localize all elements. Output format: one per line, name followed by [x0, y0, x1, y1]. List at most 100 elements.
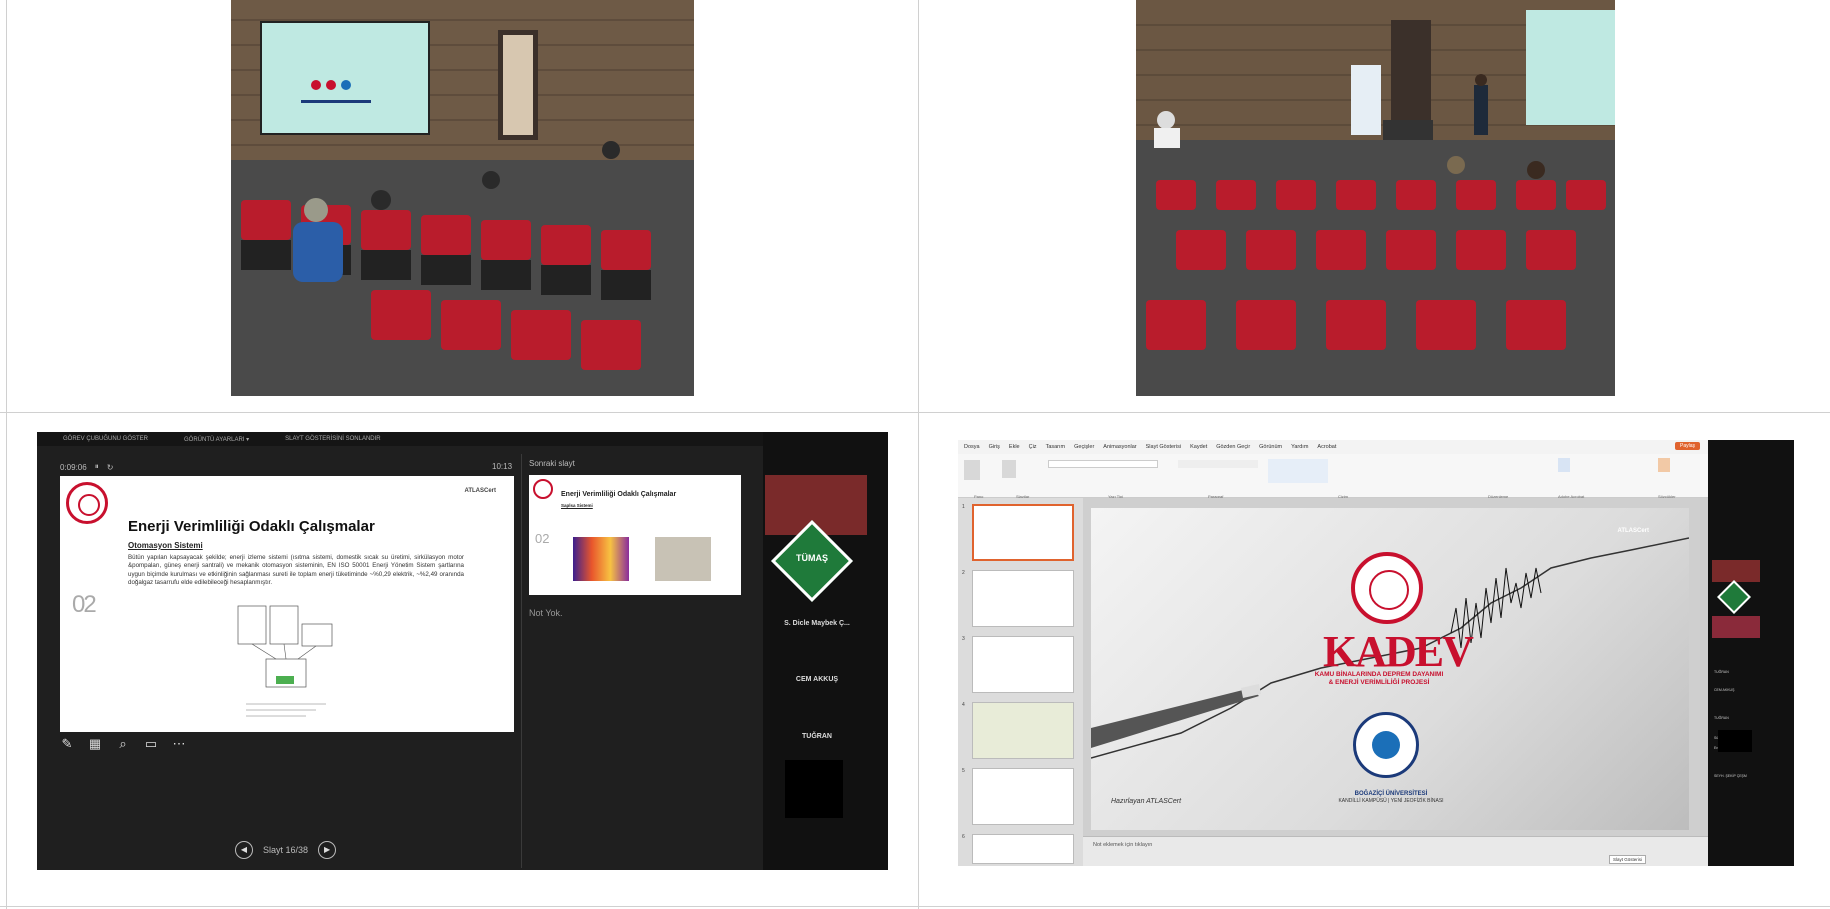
campus-name: KANDİLLİ KAMPÜSÜ | YENİ JEOFİZİK BİNASI — [1338, 798, 1444, 805]
shapes-gallery[interactable] — [1268, 459, 1328, 483]
see-all-slides-icon[interactable]: ▦ — [87, 736, 103, 752]
grid-divider-vertical — [918, 0, 919, 909]
slide-thumbnail[interactable] — [972, 636, 1074, 693]
next-slide-number: 02 — [535, 531, 550, 546]
slide-thumbnail[interactable] — [972, 570, 1074, 627]
kadev-subtitle: KAMU BİNALARINDA DEPREM DAYANIMI & ENERJ… — [1314, 671, 1444, 687]
slide-counter: Slayt 16/38 — [263, 845, 309, 855]
thermal-image — [573, 537, 629, 581]
show-taskbar-button[interactable]: GÖREV ÇUBUĞUNU GÖSTER — [63, 436, 148, 442]
meeting-participants-panel: TÜMAŞ S. Dicle Maybek Ç... CEM AKKUŞ TUĞ… — [763, 432, 888, 870]
slide-canvas: ATLASCert KADEV KAMU BİNALARINDA DEPREM … — [1083, 498, 1708, 836]
slide-thumbnail[interactable] — [972, 702, 1074, 759]
thumb-number: 1 — [962, 504, 965, 510]
grid-divider-horizontal — [0, 412, 1830, 413]
timer-row: 0:09:06 ⏸ ↻ — [60, 462, 113, 472]
next-slide-preview[interactable]: Enerji Verimliliği Odaklı Çalışmalar Sap… — [529, 475, 741, 595]
thumb-number: 3 — [962, 636, 965, 642]
elapsed-timer: 0:09:06 — [60, 462, 87, 472]
atlascert-logo: ATLASCert — [464, 488, 496, 494]
next-slide-icon[interactable]: ▶ — [318, 841, 337, 859]
tumas-logo — [1717, 580, 1751, 614]
tab-record[interactable]: Kaydet — [1190, 444, 1207, 450]
zoom-icon[interactable]: ⌕ — [115, 736, 131, 752]
automation-diagram — [237, 605, 333, 717]
notes-placeholder: Not eklemek için tıklayın — [1093, 842, 1153, 848]
ribbon-tabs: Dosya Giriş Ekle Çiz Tasarım Geçişler An… — [958, 440, 1708, 454]
clock-row: 10:13 — [492, 462, 512, 471]
clock: 10:13 — [492, 462, 513, 471]
meeting-participants-strip: TUĞRAN CEM AKKUŞ TUĞRAN Süleyman YIRTA E… — [1708, 440, 1794, 866]
presenter-pane-divider — [521, 454, 522, 868]
slide-navigation: ◀ Slayt 16/38 ▶ — [235, 841, 337, 859]
thumb-number: 4 — [962, 702, 965, 708]
tab-design[interactable]: Tasarım — [1046, 444, 1066, 450]
sponsor-line: Hazırlayan ATLASCert — [1111, 798, 1182, 805]
participant-video-off — [1718, 730, 1752, 752]
next-slide-label: Sonraki slayt — [529, 459, 575, 468]
tab-animations[interactable]: Animasyonlar — [1103, 444, 1136, 450]
black-screen-icon[interactable]: ▭ — [143, 736, 159, 752]
kadev-title: KADEV — [1323, 627, 1474, 676]
more-options-icon[interactable]: ⋯ — [171, 736, 187, 752]
participant-tile[interactable]: CEM AKKUŞ — [773, 676, 861, 683]
pause-icon[interactable]: ⏸ — [95, 462, 99, 472]
tab-acrobat[interactable]: Acrobat — [1317, 444, 1336, 450]
bogazici-seal-icon — [1353, 712, 1419, 778]
participant-name: SEYH. ŞEKİP ÇEŞM — [1714, 774, 1747, 778]
tab-view[interactable]: Görünüm — [1259, 444, 1282, 450]
tumas-logo-text: TÜMAŞ — [796, 553, 828, 563]
presenter-view: GÖREV ÇUBUĞUNU GÖSTER GÖRÜNTÜ AYARLARI ▾… — [37, 432, 888, 870]
slideshow-button[interactable]: Slayt Gösterisi — [1608, 855, 1646, 864]
next-slide-title: Enerji Verimliliği Odaklı Çalışmalar — [561, 491, 677, 498]
thumb-number: 2 — [962, 570, 965, 576]
acrobat-pdf-icon[interactable] — [1558, 458, 1570, 472]
next-slide-subtitle: Saplsa Sistemi — [561, 503, 593, 508]
tab-help[interactable]: Yardım — [1291, 444, 1308, 450]
slide-thumbnail[interactable] — [972, 834, 1074, 864]
slide-thumbnail[interactable] — [972, 504, 1074, 561]
new-slide-icon[interactable] — [1002, 460, 1016, 478]
slide-thumbnail[interactable] — [972, 768, 1074, 825]
participant-video-room — [1712, 560, 1760, 582]
powerpoint-editor: Dosya Giriş Ekle Çiz Tasarım Geçişler An… — [958, 440, 1794, 866]
thumb-number: 5 — [962, 768, 965, 774]
ministry-seal-icon — [533, 479, 553, 499]
participant-name: TUĞRAN — [1714, 716, 1729, 720]
participant-tile[interactable]: TUĞRAN — [773, 733, 861, 740]
tab-home[interactable]: Giriş — [989, 444, 1000, 450]
participant-name: TUĞRAN — [1714, 670, 1729, 674]
notes-pane[interactable]: Not eklemek için tıklayın Slayt Gösteris… — [1083, 836, 1708, 866]
presenter-topbar: GÖREV ÇUBUĞUNU GÖSTER GÖRÜNTÜ AYARLARI ▾… — [37, 432, 888, 446]
display-settings-button[interactable]: GÖRÜNTÜ AYARLARI ▾ — [184, 436, 249, 443]
tab-file[interactable]: Dosya — [964, 444, 980, 450]
previous-slide-icon[interactable]: ◀ — [235, 841, 253, 859]
participant-name: CEM AKKUŞ — [1714, 688, 1735, 692]
wall-photo — [655, 537, 711, 581]
reset-icon[interactable]: ↻ — [107, 463, 114, 472]
slide-thumbnails: 1 2 3 4 5 6 — [958, 498, 1083, 866]
ministry-seal-icon — [1351, 552, 1423, 624]
words-icon[interactable] — [1658, 458, 1670, 472]
title-slide[interactable]: ATLASCert KADEV KAMU BİNALARINDA DEPREM … — [1091, 508, 1689, 830]
share-button[interactable]: Paylaş — [1674, 442, 1700, 450]
participant-video-off — [785, 760, 843, 818]
tab-slideshow[interactable]: Slayt Gösterisi — [1146, 444, 1181, 450]
font-family-select[interactable] — [1048, 460, 1158, 468]
end-slideshow-button[interactable]: SLAYT GÖSTERİSİNİ SONLANDIR — [285, 436, 380, 442]
tab-draw[interactable]: Çiz — [1029, 444, 1037, 450]
tab-transitions[interactable]: Geçişler — [1074, 444, 1094, 450]
paragraph-tools[interactable] — [1178, 460, 1258, 468]
tab-review[interactable]: Gözden Geçir — [1216, 444, 1250, 450]
ministry-seal-icon — [66, 482, 108, 524]
grid-border-bottom — [0, 906, 1830, 907]
grid-border-left — [6, 0, 7, 909]
participant-video-person — [1712, 616, 1760, 638]
paste-icon[interactable] — [964, 460, 980, 480]
ribbon: Pano Slaytlar Yazı Tipi Paragraf Çizim D… — [958, 454, 1708, 499]
auditorium-photo-left — [231, 0, 694, 396]
university-block: BOĞAZİÇİ ÜNİVERSİTESİ KANDİLLİ KAMPÜSÜ |… — [1321, 790, 1461, 805]
participant-tile[interactable]: S. Dicle Maybek Ç... — [773, 620, 861, 627]
tab-insert[interactable]: Ekle — [1009, 444, 1020, 450]
pen-icon[interactable]: ✎ — [59, 736, 75, 752]
